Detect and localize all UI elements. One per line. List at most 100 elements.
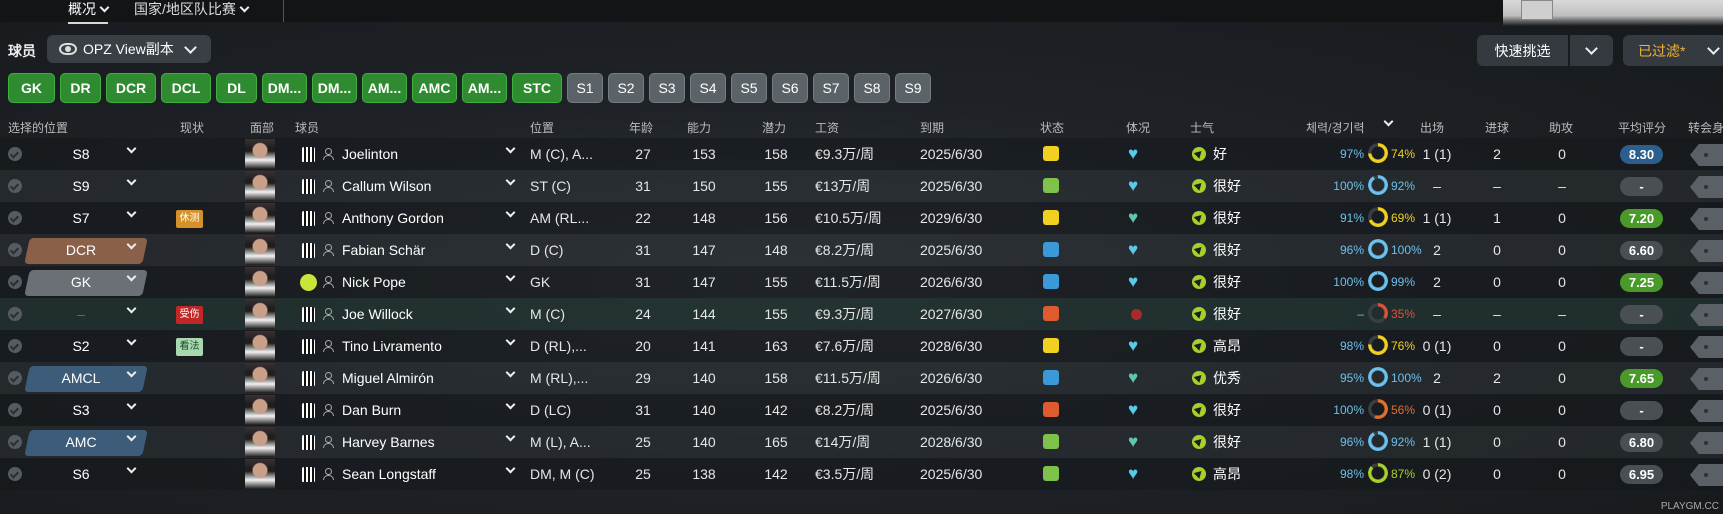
position-button-6[interactable]: DM...	[312, 73, 357, 103]
chevron-down-icon[interactable]	[505, 431, 516, 442]
player-name[interactable]: Callum Wilson	[342, 170, 431, 202]
slot-button-s8[interactable]: S8	[854, 73, 890, 103]
select-check-icon[interactable]	[8, 243, 22, 257]
col-morale[interactable]: 士气	[1190, 119, 1214, 136]
status-icon[interactable]	[1043, 370, 1059, 385]
slot-button-s2[interactable]: S2	[608, 73, 644, 103]
tab-overview[interactable]: 概况	[68, 0, 110, 24]
slot-button-s7[interactable]: S7	[813, 73, 849, 103]
col-expires[interactable]: 到期	[920, 119, 944, 136]
chevron-down-icon[interactable]	[126, 143, 137, 154]
status-icon[interactable]	[1043, 274, 1059, 289]
player-name[interactable]: Miguel Almirón	[342, 362, 434, 394]
col-apps[interactable]: 出场	[1420, 119, 1444, 136]
status-badge[interactable]: 受伤	[176, 306, 203, 324]
select-check-icon[interactable]	[8, 339, 22, 353]
price-tag-icon[interactable]	[1690, 240, 1723, 262]
col-age[interactable]: 年龄	[629, 119, 653, 136]
col-assists[interactable]: 助攻	[1549, 119, 1573, 136]
position-button-3[interactable]: DCL	[161, 73, 211, 103]
select-check-icon[interactable]	[8, 467, 22, 481]
table-row[interactable]: AMC Harvey Barnes M (L), A... 25 140 165 €14万/…	[0, 426, 1723, 458]
table-row[interactable]: S6 Sean Longstaff DM, M (C) 25 138 142 €3.5万/周…	[0, 458, 1723, 490]
selected-position[interactable]: S6	[50, 458, 112, 490]
player-name[interactable]: Anthony Gordon	[342, 202, 444, 234]
chevron-down-icon[interactable]	[505, 335, 516, 346]
select-check-icon[interactable]	[8, 275, 22, 289]
selected-position[interactable]: DCR	[50, 234, 112, 266]
player-name[interactable]: Harvey Barnes	[342, 426, 435, 458]
slot-button-s3[interactable]: S3	[649, 73, 685, 103]
chevron-down-icon[interactable]	[505, 207, 516, 218]
position-button-5[interactable]: DM...	[262, 73, 307, 103]
status-icon[interactable]	[1043, 178, 1059, 193]
select-check-icon[interactable]	[8, 371, 22, 385]
status-badge[interactable]: 看法	[176, 338, 203, 356]
position-button-0[interactable]: GK	[8, 73, 55, 103]
slot-button-s1[interactable]: S1	[567, 73, 603, 103]
chevron-down-icon[interactable]	[505, 399, 516, 410]
selected-position[interactable]: S9	[50, 170, 112, 202]
chevron-down-icon[interactable]	[126, 335, 137, 346]
position-button-2[interactable]: DCR	[106, 73, 156, 103]
status-badge[interactable]: 休测	[176, 210, 203, 228]
chevron-down-icon[interactable]	[505, 463, 516, 474]
selected-position[interactable]: AMCL	[50, 362, 112, 394]
chevron-down-icon[interactable]	[126, 463, 137, 474]
col-condition[interactable]: 体况	[1126, 119, 1150, 136]
table-row[interactable]: DCR Fabian Schär D (C) 31 147 148 €8.2万/周 2025/…	[0, 234, 1723, 266]
player-name[interactable]: Dan Burn	[342, 394, 401, 426]
price-tag-icon[interactable]	[1690, 272, 1723, 294]
price-tag-icon[interactable]	[1690, 336, 1723, 358]
price-tag-icon[interactable]	[1690, 304, 1723, 326]
position-button-9[interactable]: AM...	[462, 73, 507, 103]
status-icon[interactable]	[1043, 338, 1059, 353]
player-name[interactable]: Fabian Schär	[342, 234, 425, 266]
col-player[interactable]: 球员	[295, 119, 319, 136]
col-transfer[interactable]: 转会身价	[1688, 119, 1723, 136]
slot-button-s9[interactable]: S9	[895, 73, 931, 103]
table-row[interactable]: – 受伤 Joe Willock M (C) 24 144 155 €9.3万/周 2027/6…	[0, 298, 1723, 330]
table-row[interactable]: GK Nick Pope GK 31 147 155 €11.5万/周 2026/6/30 ♥ 很…	[0, 266, 1723, 298]
select-check-icon[interactable]	[8, 211, 22, 225]
col-position[interactable]: 位置	[530, 119, 554, 136]
status-icon[interactable]	[1043, 402, 1059, 417]
select-check-icon[interactable]	[8, 403, 22, 417]
status-icon[interactable]	[1043, 242, 1059, 257]
chevron-down-icon[interactable]	[505, 271, 516, 282]
quick-pick-dropdown[interactable]	[1570, 35, 1613, 66]
price-tag-icon[interactable]	[1690, 208, 1723, 230]
select-check-icon[interactable]	[8, 179, 22, 193]
price-tag-icon[interactable]	[1690, 400, 1723, 422]
selected-position[interactable]: –	[50, 298, 112, 330]
col-selected-pos[interactable]: 选择的位置	[8, 119, 68, 136]
chevron-down-icon[interactable]	[505, 143, 516, 154]
selected-position[interactable]: GK	[50, 266, 112, 298]
col-wage[interactable]: 工资	[815, 119, 839, 136]
col-fitness[interactable]: 체력/경기력	[1306, 119, 1365, 136]
col-status-now[interactable]: 现状	[180, 119, 204, 136]
status-icon[interactable]	[1043, 210, 1059, 225]
select-check-icon[interactable]	[8, 147, 22, 161]
position-button-4[interactable]: DL	[216, 73, 257, 103]
col-ability[interactable]: 能力	[687, 119, 711, 136]
status-icon[interactable]	[1043, 146, 1059, 161]
quick-pick-button[interactable]: 快速挑选	[1477, 35, 1568, 66]
selected-position[interactable]: S3	[50, 394, 112, 426]
table-row[interactable]: S3 Dan Burn D (LC) 31 140 142 €8.2万/周 2025/6/30…	[0, 394, 1723, 426]
tab-international[interactable]: 国家/地区队比赛	[134, 0, 250, 22]
player-name[interactable]: Joelinton	[342, 138, 398, 170]
price-tag-icon[interactable]	[1690, 144, 1723, 166]
table-row[interactable]: S7 休测 Anthony Gordon AM (RL... 22 148 156 €10.5…	[0, 202, 1723, 234]
chevron-down-icon[interactable]	[126, 175, 137, 186]
chevron-down-icon[interactable]	[505, 303, 516, 314]
player-name[interactable]: Joe Willock	[342, 298, 413, 330]
chevron-down-icon[interactable]	[126, 207, 137, 218]
player-name[interactable]: Sean Longstaff	[342, 458, 436, 490]
status-icon[interactable]	[1043, 434, 1059, 449]
table-row[interactable]: S2 看法 Tino Livramento D (RL),... 20 141 163 €7.…	[0, 330, 1723, 362]
chevron-down-icon[interactable]	[126, 303, 137, 314]
player-name[interactable]: Tino Livramento	[342, 330, 442, 362]
col-face[interactable]: 面部	[250, 119, 274, 136]
selected-position[interactable]: S8	[50, 138, 112, 170]
